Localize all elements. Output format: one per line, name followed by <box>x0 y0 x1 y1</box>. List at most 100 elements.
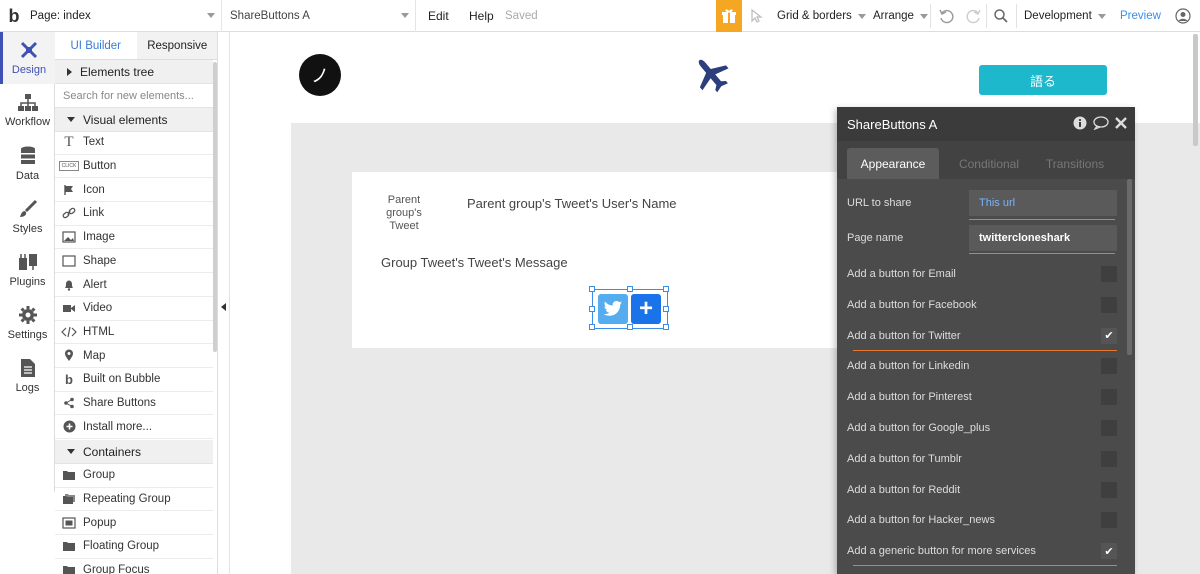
version-menu[interactable]: Development <box>1024 0 1106 32</box>
resize-handle[interactable] <box>589 286 595 292</box>
palette-item-map[interactable]: Map <box>55 344 213 368</box>
service-checkbox[interactable] <box>1101 450 1117 467</box>
nav-plugins[interactable]: Plugins <box>0 244 55 296</box>
palette-item-icon[interactable]: Icon <box>55 178 213 203</box>
page-name-row: Page name twittercloneshark <box>847 224 1117 252</box>
undo-button[interactable] <box>937 0 955 32</box>
service-checkbox[interactable] <box>1101 266 1117 282</box>
nav-data[interactable]: Data <box>0 138 55 190</box>
elements-tree-label: Elements tree <box>80 64 155 79</box>
resize-handle[interactable] <box>663 286 669 292</box>
resize-handle[interactable] <box>627 286 633 292</box>
property-editor-scrollbar[interactable] <box>1127 179 1132 355</box>
tab-responsive[interactable]: Responsive <box>136 32 217 59</box>
grid-borders-menu[interactable]: Grid & borders <box>777 0 866 32</box>
palette-item-repeating-group[interactable]: Repeating Group <box>55 488 213 512</box>
palette-item-popup[interactable]: Popup <box>55 511 213 536</box>
arrange-menu[interactable]: Arrange <box>873 0 928 32</box>
palette-item-video[interactable]: Video <box>55 297 213 321</box>
palette-item-group[interactable]: Group <box>55 464 213 488</box>
service-checkbox[interactable] <box>1101 358 1117 375</box>
close-icon[interactable] <box>1115 117 1127 129</box>
share-buttons-element[interactable]: + <box>589 286 669 330</box>
page-name-field[interactable]: twittercloneshark <box>969 225 1117 251</box>
redo-button[interactable] <box>965 0 983 32</box>
caret-down-icon <box>67 449 75 454</box>
page-scrollbar[interactable] <box>1193 34 1198 146</box>
page-selector[interactable]: Page: index <box>26 0 222 32</box>
palette-item-floating-group[interactable]: Floating Group <box>55 535 213 559</box>
property-editor-header[interactable]: ShareButtons A <box>837 107 1135 141</box>
talk-button[interactable]: 語る <box>979 65 1107 95</box>
visual-elements-header[interactable]: Visual elements <box>55 108 213 132</box>
help-menu[interactable]: Help <box>469 0 494 32</box>
element-search-input[interactable]: Search for new elements... <box>55 84 213 108</box>
palette-item-share-buttons[interactable]: Share Buttons <box>55 392 213 416</box>
resize-handle[interactable] <box>589 306 595 312</box>
nav-settings[interactable]: Settings <box>0 297 55 349</box>
resize-handle[interactable] <box>663 306 669 312</box>
resize-handle[interactable] <box>589 324 595 330</box>
nav-design[interactable]: Design <box>0 32 55 84</box>
service-checkbox[interactable] <box>1101 512 1117 529</box>
palette-item-install-more[interactable]: Install more... <box>55 415 213 440</box>
edit-menu[interactable]: Edit <box>428 0 449 32</box>
palette-item-html[interactable]: HTML <box>55 321 213 345</box>
comment-icon[interactable] <box>1093 116 1109 130</box>
gift-button[interactable] <box>716 0 742 32</box>
service-checkbox[interactable] <box>1101 296 1117 313</box>
containers-label: Containers <box>83 444 142 459</box>
account-button[interactable] <box>1174 0 1192 32</box>
palette-item-shape[interactable]: Shape <box>55 250 213 274</box>
checkbox-label: Add a button for Pinterest <box>847 391 972 404</box>
pointer-tool[interactable] <box>748 0 766 32</box>
palette-item-button[interactable]: CLICK Button <box>55 155 213 179</box>
info-icon[interactable] <box>1073 116 1087 130</box>
nav-workflow-label: Workflow <box>4 116 51 128</box>
palette-item-group-focus[interactable]: Group Focus <box>55 559 213 574</box>
palette-item-built-on-bubble[interactable]: b Built on Bubble <box>55 368 213 392</box>
checkbox-label: Add a button for Tumblr <box>847 452 962 465</box>
user-avatar-image: Parent group's Tweet <box>386 194 422 232</box>
more-services-button[interactable]: + <box>631 294 661 324</box>
service-checkbox[interactable] <box>1101 389 1117 406</box>
elements-tree-toggle[interactable]: Elements tree <box>55 60 213 84</box>
element-selector-label: ShareButtons A <box>230 10 310 22</box>
checkmark-icon: ✔ <box>1104 545 1114 558</box>
palette-item-text[interactable]: T Text <box>55 131 213 155</box>
tab-ui-builder[interactable]: UI Builder <box>55 32 137 59</box>
redo-icon <box>966 9 981 24</box>
button-icon: CLICK <box>55 161 83 172</box>
service-checkbox[interactable] <box>1101 481 1117 498</box>
checkbox-row: Add a button for Pinterest <box>847 383 1117 411</box>
palette-item-label: Image <box>83 231 115 244</box>
save-status: Saved <box>505 10 538 22</box>
service-checkbox[interactable]: ✔ <box>1101 543 1117 560</box>
search-button[interactable] <box>992 0 1010 32</box>
preview-link[interactable]: Preview <box>1120 0 1161 32</box>
circle-button[interactable]: ノ <box>299 54 341 96</box>
containers-header[interactable]: Containers <box>55 440 213 464</box>
resize-handle[interactable] <box>663 324 669 330</box>
palette-item-alert[interactable]: Alert <box>55 273 213 297</box>
element-selector[interactable]: ShareButtons A <box>224 0 416 32</box>
bubble-logo[interactable]: b <box>4 0 24 32</box>
palette-item-label: Video <box>83 302 113 315</box>
palette-scrollbar[interactable] <box>213 62 217 352</box>
palette-item-image[interactable]: Image <box>55 226 213 250</box>
resize-handle[interactable] <box>627 324 633 330</box>
twitter-share-button[interactable] <box>598 294 628 324</box>
nav-styles[interactable]: Styles <box>0 191 55 243</box>
tab-appearance[interactable]: Appearance <box>847 148 939 179</box>
nav-workflow[interactable]: Workflow <box>0 85 55 137</box>
checkbox-label: Add a button for Linkedin <box>847 360 970 373</box>
main-nav: Design Workflow Data Styles Plugins Sett… <box>0 32 55 492</box>
url-to-share-field[interactable]: This url <box>969 190 1117 216</box>
palette-collapse-handle[interactable] <box>218 32 230 574</box>
service-checkbox[interactable] <box>1101 420 1117 436</box>
nav-logs[interactable]: Logs <box>0 350 55 402</box>
tab-conditional[interactable]: Conditional <box>945 148 1033 179</box>
tab-transitions[interactable]: Transitions <box>1037 148 1113 179</box>
service-checkbox[interactable]: ✔ <box>1101 327 1117 344</box>
palette-item-link[interactable]: Link <box>55 202 213 226</box>
